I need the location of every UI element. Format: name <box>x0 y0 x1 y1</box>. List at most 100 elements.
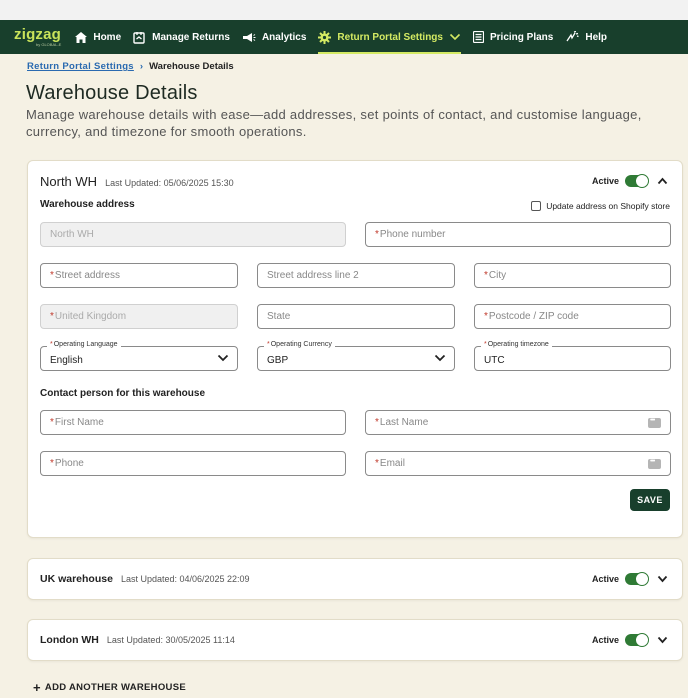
warehouse-header[interactable]: North WH Last Updated: 05/06/2025 15:30 <box>40 174 234 189</box>
operating-timezone-value: UTC <box>484 355 505 366</box>
nav-label-analytics: Analytics <box>261 31 307 43</box>
contact-person-heading: Contact person for this warehouse <box>40 388 206 399</box>
nav-label-manage-returns: Manage Returns <box>152 31 230 43</box>
warehouse-address-heading: Warehouse address <box>40 199 135 210</box>
street-address-2-field[interactable]: Street address line 2 <box>257 263 455 288</box>
warehouse-last-updated: Last Updated: 30/05/2025 11:14 <box>106 635 235 645</box>
warehouse-last-updated: Last Updated: 05/06/2025 15:30 <box>105 178 234 188</box>
warehouse-name-value: North WH <box>50 229 94 240</box>
operating-currency-value: GBP <box>267 355 289 366</box>
chevron-down-icon <box>434 354 446 362</box>
operating-language-value: English <box>50 355 83 366</box>
active-control: Active <box>591 572 668 586</box>
warehouse-header: UK warehouse Last Updated: 04/06/2025 22… <box>40 573 250 585</box>
operating-language-select[interactable]: *Operating Language English <box>40 341 238 371</box>
gear-icon <box>318 30 332 44</box>
breadcrumb-chevron-icon: › <box>139 61 144 72</box>
home-icon <box>75 31 88 43</box>
active-control: Active <box>591 174 668 188</box>
zigzag-logo[interactable]: zigzag by GLOBAL-E <box>14 27 61 47</box>
warehouse-name-field[interactable]: North WH <box>40 222 346 247</box>
nav-label-home: Home <box>93 31 122 43</box>
breadcrumb-current: Warehouse Details <box>149 61 234 72</box>
warehouse-card-north-wh: North WH Last Updated: 05/06/2025 15:30 … <box>27 160 683 538</box>
warehouse-name: London WH <box>40 634 99 646</box>
nav-item-manage-returns[interactable]: Manage Returns <box>133 20 230 54</box>
first-name-field[interactable]: * First Name <box>40 410 346 435</box>
chevron-up-icon[interactable] <box>657 177 668 185</box>
toggle-knob <box>635 633 649 647</box>
nav-item-analytics[interactable]: Analytics <box>242 20 306 54</box>
operating-currency-select[interactable]: *Operating Currency GBP <box>257 341 455 371</box>
chevron-down-icon <box>217 354 229 362</box>
active-label: Active <box>591 635 619 645</box>
nav-label-pricing-plans: Pricing Plans <box>489 31 554 43</box>
phone-number-field[interactable]: * Phone number <box>365 222 671 247</box>
contact-phone-field[interactable]: * Phone <box>40 451 346 476</box>
active-toggle[interactable] <box>625 633 649 647</box>
street-address-2-placeholder: Street address line 2 <box>267 270 359 281</box>
top-nav: zigzag by GLOBAL-E Home Manage Returns A… <box>0 20 688 54</box>
page-title: Warehouse Details <box>26 82 198 104</box>
brand-sub: by GLOBAL-E <box>36 42 62 47</box>
last-name-field[interactable]: * Last Name <box>365 410 671 435</box>
warehouse-last-updated: Last Updated: 04/06/2025 22:09 <box>120 574 250 584</box>
street-address-field[interactable]: * Street address <box>40 263 238 288</box>
street-address-placeholder: Street address <box>54 270 120 281</box>
operating-currency-label: *Operating Currency <box>264 341 335 348</box>
operating-timezone-field[interactable]: *Operating timezone UTC <box>474 341 671 371</box>
autofill-icon[interactable] <box>648 417 661 428</box>
active-label: Active <box>591 574 619 584</box>
breadcrumb: Return Portal Settings › Warehouse Detai… <box>27 61 234 72</box>
autofill-icon[interactable] <box>648 458 661 469</box>
active-toggle[interactable] <box>625 174 649 188</box>
save-button[interactable]: SAVE <box>630 489 670 511</box>
postcode-field[interactable]: * Postcode / ZIP code <box>474 304 671 329</box>
operating-timezone-label: *Operating timezone <box>481 341 552 348</box>
nav-item-pricing-plans[interactable]: Pricing Plans <box>472 20 554 54</box>
add-warehouse-button[interactable]: + ADD ANOTHER WAREHOUSE <box>33 679 186 695</box>
country-value: United Kingdom <box>54 311 127 322</box>
state-field[interactable]: State <box>257 304 455 329</box>
contact-phone-placeholder: Phone <box>54 458 84 469</box>
brand-name: zigzag <box>14 26 62 43</box>
active-toggle[interactable] <box>625 572 649 586</box>
document-icon <box>472 31 484 43</box>
warehouse-card-london-wh[interactable]: London WH Last Updated: 30/05/2025 11:14… <box>27 619 683 661</box>
chevron-down-icon[interactable] <box>657 575 668 583</box>
warehouse-card-uk-warehouse[interactable]: UK warehouse Last Updated: 04/06/2025 22… <box>27 558 683 600</box>
state-placeholder: State <box>267 311 291 322</box>
returns-icon <box>133 31 145 44</box>
warehouse-name: North WH <box>40 174 98 189</box>
city-field[interactable]: * City <box>474 263 671 288</box>
plus-icon: + <box>33 679 41 695</box>
toggle-knob <box>635 572 649 586</box>
nav-item-home[interactable]: Home <box>75 20 121 54</box>
page-subtitle: Manage warehouse details with ease—add a… <box>26 107 642 139</box>
phone-number-placeholder: Phone number <box>379 229 446 240</box>
megaphone-icon <box>242 32 256 42</box>
city-placeholder: City <box>488 270 507 281</box>
chevron-down-icon <box>449 33 461 41</box>
first-name-placeholder: First Name <box>54 417 104 428</box>
nav-item-return-portal-settings[interactable]: Return Portal Settings <box>318 20 461 54</box>
last-name-placeholder: Last Name <box>379 417 429 428</box>
email-placeholder: Email <box>379 458 405 469</box>
warehouse-header: London WH Last Updated: 30/05/2025 11:14 <box>40 634 235 646</box>
breadcrumb-parent-link[interactable]: Return Portal Settings <box>27 61 134 72</box>
toggle-knob <box>635 174 649 188</box>
warehouse-name: UK warehouse <box>40 573 113 585</box>
checkbox-box[interactable] <box>531 201 542 211</box>
operating-language-label: *Operating Language <box>47 341 121 348</box>
browser-top-strip <box>0 0 688 20</box>
email-field[interactable]: * Email <box>365 451 671 476</box>
shopify-update-label: Update address on Shopify store <box>546 201 670 211</box>
wave-icon <box>566 31 580 42</box>
chevron-down-icon[interactable] <box>657 636 668 644</box>
nav-label-help: Help <box>585 31 608 43</box>
active-label: Active <box>591 176 619 186</box>
nav-item-help[interactable]: Help <box>565 20 607 54</box>
nav-label-return-portal-settings: Return Portal Settings <box>337 31 443 43</box>
shopify-update-checkbox[interactable]: Update address on Shopify store <box>531 201 670 211</box>
country-field[interactable]: * United Kingdom <box>40 304 238 329</box>
